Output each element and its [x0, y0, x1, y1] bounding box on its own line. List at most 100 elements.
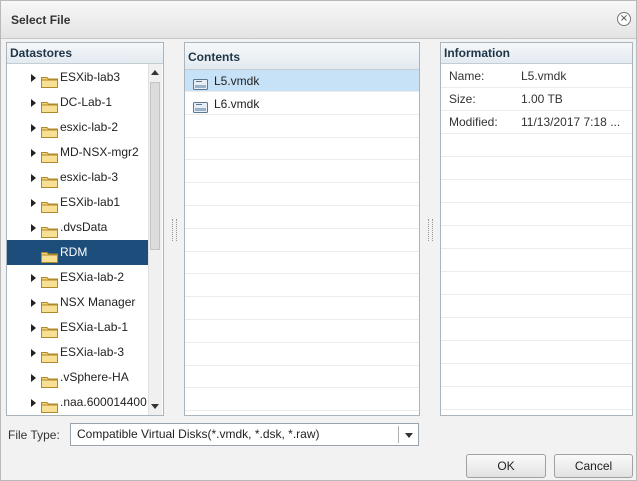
- cancel-button[interactable]: Cancel: [554, 454, 633, 478]
- expand-arrow-icon[interactable]: [31, 349, 36, 357]
- datastores-tree: ESXib-lab3 DC-Lab-1 esxic-lab-2 MD-NSX-mgr2…: [7, 64, 150, 415]
- empty-row: [441, 180, 632, 203]
- file-type-value: Compatible Virtual Disks(*.vmdk, *.dsk, …: [77, 427, 320, 441]
- splitter-grip-left[interactable]: [172, 219, 177, 241]
- folder-icon: [41, 172, 58, 188]
- datastore-label: NSX Manager: [60, 295, 136, 309]
- datastore-item[interactable]: ESXia-lab-2: [7, 265, 150, 290]
- folder-icon: [41, 97, 58, 113]
- expand-arrow-icon[interactable]: [31, 374, 36, 382]
- expand-arrow-icon[interactable]: [31, 274, 36, 282]
- empty-row: [185, 184, 419, 206]
- virtual-disk-icon: [193, 98, 208, 113]
- datastore-label: .naa.600014400: [60, 395, 147, 409]
- folder-icon: [41, 347, 58, 363]
- empty-row: [185, 252, 419, 275]
- info-row: Modified: 11/13/2017 7:18 ...: [441, 111, 632, 134]
- close-icon[interactable]: ×: [617, 12, 631, 26]
- expand-arrow-icon[interactable]: [31, 199, 36, 207]
- folder-icon: [41, 197, 58, 213]
- datastore-item[interactable]: .vSphere-HA: [7, 365, 150, 390]
- expand-arrow-icon[interactable]: [31, 324, 36, 332]
- datastore-label: .dvsData: [60, 220, 108, 234]
- expand-arrow-icon[interactable]: [31, 174, 36, 182]
- datastores-panel: Datastores ESXib-lab3 DC-Lab-1 esxic-lab-2…: [6, 42, 164, 416]
- empty-row: [185, 321, 419, 343]
- folder-icon: [41, 147, 58, 163]
- datastore-item[interactable]: esxic-lab-2: [7, 115, 150, 140]
- empty-row: [185, 116, 419, 138]
- folder-icon: [41, 397, 58, 413]
- expand-arrow-icon[interactable]: [31, 299, 36, 307]
- file-row[interactable]: L5.vmdk: [185, 70, 419, 92]
- dialog-title: Select File: [11, 13, 71, 27]
- datastore-item[interactable]: .naa.600014400: [7, 390, 150, 415]
- datastore-label: ESXib-lab3: [60, 70, 121, 84]
- datastore-label: ESXia-lab-3: [60, 345, 125, 359]
- empty-row: [441, 364, 632, 387]
- empty-row: [185, 298, 419, 320]
- expand-arrow-icon[interactable]: [31, 74, 36, 82]
- empty-row: [185, 366, 419, 389]
- file-type-label: File Type:: [8, 428, 60, 442]
- datastores-scrollbar[interactable]: [148, 64, 162, 415]
- empty-row: [185, 275, 419, 298]
- empty-row: [185, 230, 419, 252]
- datastore-item[interactable]: DC-Lab-1: [7, 90, 150, 115]
- folder-icon: [41, 322, 58, 338]
- file-label: L5.vmdk: [214, 74, 260, 88]
- chevron-down-icon[interactable]: [405, 433, 413, 438]
- info-value: L5.vmdk: [521, 69, 567, 83]
- datastore-item[interactable]: MD-NSX-mgr2: [7, 140, 150, 165]
- info-row: Name: L5.vmdk: [441, 65, 632, 88]
- empty-row: [185, 138, 419, 161]
- file-row[interactable]: L6.vmdk: [185, 93, 419, 115]
- datastore-label: ESXia-lab-2: [60, 270, 125, 284]
- empty-row: [441, 318, 632, 341]
- datastore-item[interactable]: .dvsData: [7, 215, 150, 240]
- info-key: Modified:: [449, 115, 498, 129]
- datastore-label: DC-Lab-1: [60, 95, 113, 109]
- datastore-item[interactable]: esxic-lab-3: [7, 165, 150, 190]
- empty-row: [441, 295, 632, 318]
- folder-icon: [41, 222, 58, 238]
- info-value: 11/13/2017 7:18 ...: [521, 115, 621, 129]
- folder-icon: [41, 372, 58, 388]
- empty-row: [185, 161, 419, 184]
- datastore-item[interactable]: ESXia-lab-3: [7, 340, 150, 365]
- empty-row: [441, 249, 632, 272]
- info-key: Size:: [449, 92, 476, 106]
- folder-icon: [41, 247, 58, 263]
- folder-icon: [41, 122, 58, 138]
- expand-arrow-icon[interactable]: [31, 399, 36, 407]
- select-divider: [398, 426, 399, 443]
- empty-row: [441, 226, 632, 249]
- info-row: Size: 1.00 TB: [441, 88, 632, 111]
- contents-panel: Contents L5.vmdk L6.vmdk: [184, 42, 420, 416]
- splitter-grip-right[interactable]: [428, 219, 433, 241]
- datastore-item[interactable]: ESXia-Lab-1: [7, 315, 150, 340]
- contents-header: Contents: [185, 43, 419, 70]
- ok-button[interactable]: OK: [466, 454, 546, 478]
- datastore-item[interactable]: ESXib-lab1: [7, 190, 150, 215]
- expand-arrow-icon[interactable]: [31, 149, 36, 157]
- select-file-dialog: Select File × Datastores ESXib-lab3 DC-La…: [0, 0, 637, 481]
- scrollbar-thumb[interactable]: [150, 82, 160, 250]
- datastores-header: Datastores: [7, 43, 163, 64]
- file-type-select[interactable]: Compatible Virtual Disks(*.vmdk, *.dsk, …: [70, 423, 419, 446]
- scroll-down-arrow-icon[interactable]: [151, 404, 159, 409]
- datastore-label: esxic-lab-2: [60, 120, 119, 134]
- expand-arrow-icon[interactable]: [31, 99, 36, 107]
- expand-arrow-icon[interactable]: [31, 224, 36, 232]
- empty-row: [441, 134, 632, 157]
- datastore-item[interactable]: ESXib-lab3: [7, 65, 150, 90]
- scroll-up-arrow-icon[interactable]: [151, 70, 159, 75]
- empty-row: [441, 203, 632, 226]
- datastore-item[interactable]: RDM: [7, 240, 150, 265]
- datastore-item[interactable]: NSX Manager: [7, 290, 150, 315]
- file-label: L6.vmdk: [214, 96, 260, 111]
- datastore-label: ESXia-Lab-1: [60, 320, 129, 334]
- expand-arrow-icon[interactable]: [31, 124, 36, 132]
- empty-row: [185, 207, 419, 229]
- datastore-label: esxic-lab-3: [60, 170, 119, 184]
